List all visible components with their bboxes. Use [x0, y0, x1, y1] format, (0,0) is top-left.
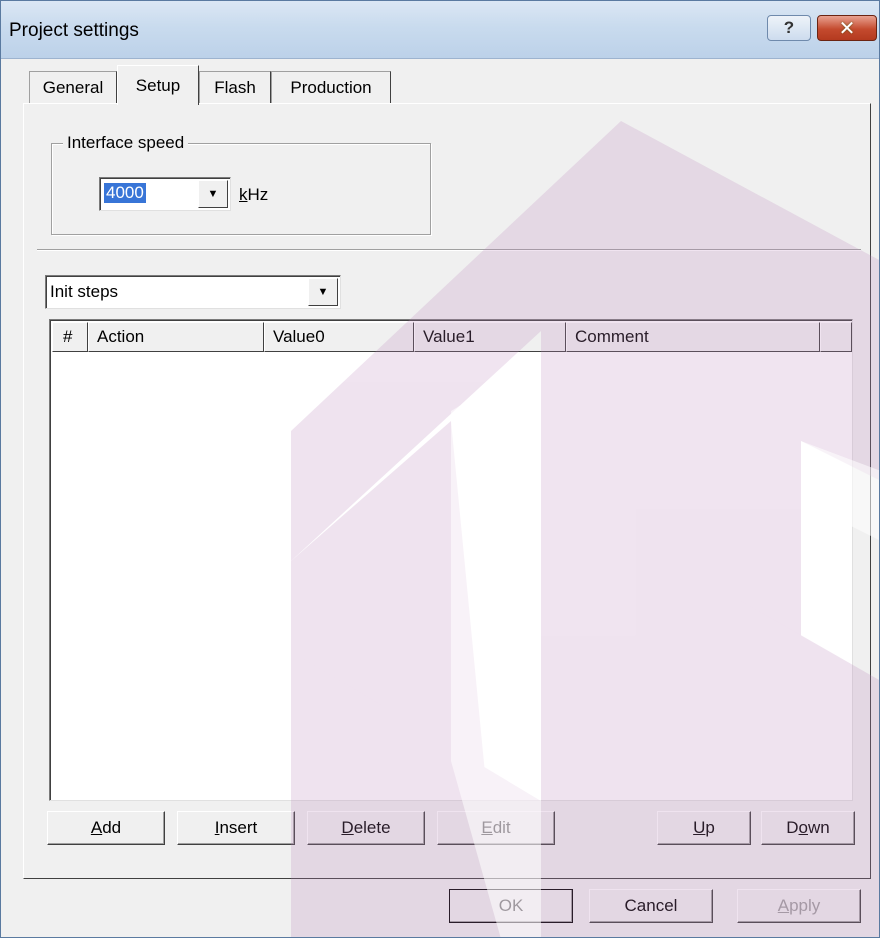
cancel-button[interactable]: Cancel — [589, 889, 713, 923]
button-label: OK — [498, 896, 524, 915]
tab-setup[interactable]: Setup — [117, 65, 199, 105]
label-rest: elete — [353, 818, 391, 837]
apply-button[interactable]: Apply — [737, 889, 861, 923]
button-label: Apply — [778, 896, 821, 916]
ok-button[interactable]: OK — [449, 889, 573, 923]
column-header-number[interactable]: # — [52, 322, 88, 352]
tab-label: Production — [290, 77, 372, 97]
speed-unit-rest: Hz — [247, 185, 269, 204]
accel-key: D — [341, 818, 354, 837]
chevron-down-icon: ▼ — [207, 188, 219, 200]
button-label: Up — [693, 818, 715, 838]
tab-flash[interactable]: Flash — [199, 71, 271, 103]
label-rest: wn — [808, 818, 830, 837]
interface-speed-combo[interactable]: 4000 ▼ — [99, 177, 231, 211]
speed-unit-label: kHz — [239, 185, 268, 205]
button-label: Down — [786, 818, 829, 838]
close-icon: ✕ — [838, 17, 856, 40]
label-rest: dit — [492, 818, 511, 837]
close-button[interactable]: ✕ — [817, 15, 877, 41]
column-header-value0[interactable]: Value0 — [264, 322, 414, 352]
interface-speed-label: Interface speed — [63, 133, 189, 153]
help-button[interactable]: ? — [767, 15, 811, 41]
button-label: Cancel — [624, 896, 678, 915]
tab-general[interactable]: General — [29, 71, 117, 103]
speed-unit-accel: k — [239, 185, 248, 204]
column-header-label: # — [63, 327, 73, 346]
button-label: Insert — [215, 818, 258, 838]
up-button[interactable]: Up — [657, 811, 751, 845]
label-rest: pply — [789, 896, 821, 915]
section-divider — [37, 249, 861, 251]
column-header-comment[interactable]: Comment — [566, 322, 820, 352]
label-rest: nsert — [219, 818, 258, 837]
delete-button[interactable]: Delete — [307, 811, 425, 845]
interface-speed-value[interactable]: 4000 — [104, 183, 146, 203]
column-header-action[interactable]: Action — [88, 322, 264, 352]
down-button[interactable]: Down — [761, 811, 855, 845]
help-icon: ? — [783, 18, 795, 37]
tab-label: Setup — [135, 75, 181, 95]
label-pre: D — [786, 818, 799, 837]
tab-label: General — [42, 77, 104, 97]
steps-type-combo[interactable]: Init steps ▼ — [45, 275, 341, 309]
steps-type-dropdown-button[interactable]: ▼ — [308, 278, 338, 306]
accel-key: A — [90, 818, 103, 837]
accel-key: U — [693, 818, 706, 837]
button-label: Edit — [481, 818, 510, 838]
accel-key: o — [798, 818, 808, 837]
accel-key: A — [777, 896, 790, 915]
button-label: Add — [91, 818, 121, 838]
tab-label: Flash — [214, 77, 256, 97]
column-header-filler — [820, 322, 852, 352]
project-settings-dialog: Project settings ? ✕ General Setup Flash… — [0, 0, 880, 938]
column-header-value1[interactable]: Value1 — [414, 322, 566, 352]
label-rest: p — [705, 818, 715, 837]
steps-list[interactable]: # Action Value0 Value1 Comment — [49, 319, 853, 801]
button-label: Delete — [341, 818, 390, 838]
tab-production[interactable]: Production — [271, 71, 391, 103]
steps-type-value: Init steps — [50, 282, 119, 301]
label-rest: dd — [102, 818, 122, 837]
column-header-label: Value1 — [423, 327, 475, 346]
column-header-label: Value0 — [273, 327, 325, 346]
window-title: Project settings — [9, 20, 139, 41]
accel-key: E — [481, 818, 493, 837]
add-button[interactable]: Add — [47, 811, 165, 845]
chevron-down-icon: ▼ — [317, 286, 329, 298]
column-header-label: Comment — [575, 327, 649, 346]
interface-speed-dropdown-button[interactable]: ▼ — [198, 180, 228, 208]
column-header-label: Action — [97, 327, 145, 346]
insert-button[interactable]: Insert — [177, 811, 295, 845]
title-bar[interactable]: Project settings ? ✕ — [1, 1, 879, 59]
edit-button[interactable]: Edit — [437, 811, 555, 845]
